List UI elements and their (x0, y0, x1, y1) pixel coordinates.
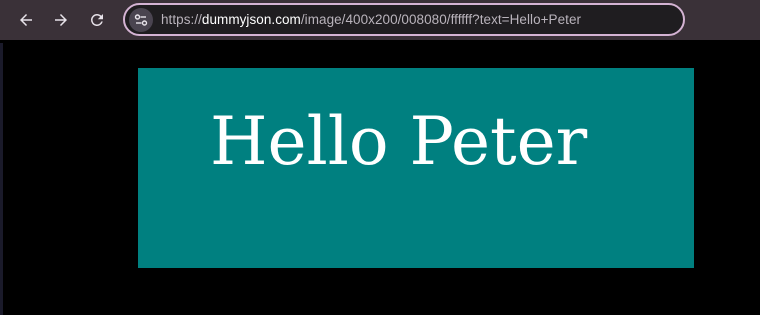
reload-icon (90, 13, 103, 26)
image-text: Hello Peter (210, 103, 588, 180)
browser-window: https://dummyjson.com/image/400x200/0080… (0, 0, 760, 315)
url-text[interactable]: https://dummyjson.com/image/400x200/0080… (161, 5, 581, 34)
reload-button[interactable] (83, 6, 111, 34)
arrow-right-icon (55, 14, 67, 26)
placeholder-image: Hello Peter (138, 68, 694, 268)
back-button[interactable] (12, 6, 40, 34)
site-info-button[interactable] (129, 8, 153, 32)
tune-icon (134, 14, 148, 26)
browser-toolbar: https://dummyjson.com/image/400x200/0080… (0, 0, 760, 40)
url-path: /image/400x200/008080/ffffff?text=Hello+… (300, 12, 582, 27)
url-domain: dummyjson.com (201, 12, 301, 27)
arrow-left-icon (20, 14, 32, 26)
forward-button[interactable] (47, 6, 75, 34)
url-scheme: https:// (161, 12, 202, 27)
address-bar[interactable]: https://dummyjson.com/image/400x200/0080… (123, 3, 685, 36)
